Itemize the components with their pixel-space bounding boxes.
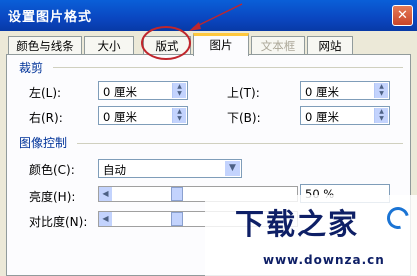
tab-colors-lines[interactable]: 颜色与线条	[8, 36, 82, 54]
image-control-divider	[77, 143, 403, 144]
watermark: 下载之家 www.downza.cn	[205, 195, 417, 276]
crop-left-spin-buttons[interactable]: ▲ ▼	[172, 83, 186, 98]
brightness-slider-thumb[interactable]	[171, 187, 183, 201]
tab-website[interactable]: 网站	[307, 36, 353, 54]
watermark-url: www.downza.cn	[263, 253, 385, 267]
color-label: 颜色(C):	[29, 163, 75, 177]
contrast-label: 对比度(N):	[29, 215, 88, 229]
crop-right-label: 右(R):	[29, 111, 63, 125]
close-icon: ✕	[397, 8, 408, 23]
contrast-slider-thumb[interactable]	[171, 212, 183, 226]
crop-right-spinner[interactable]: 0 厘米 ▲ ▼	[98, 106, 188, 125]
crop-divider	[53, 67, 403, 68]
brightness-label: 亮度(H):	[29, 190, 76, 204]
close-button[interactable]: ✕	[392, 5, 413, 26]
crop-top-spinner[interactable]: 0 厘米 ▲ ▼	[300, 81, 390, 100]
spin-down-icon[interactable]: ▼	[375, 90, 388, 97]
spin-down-icon[interactable]: ▼	[375, 115, 388, 122]
crop-bottom-value: 0 厘米	[305, 110, 339, 124]
crop-left-spinner[interactable]: 0 厘米 ▲ ▼	[98, 81, 188, 100]
spin-up-icon[interactable]: ▲	[375, 83, 388, 90]
crop-right-spin-buttons[interactable]: ▲ ▼	[172, 108, 186, 123]
crop-bottom-label: 下(B):	[227, 111, 261, 125]
image-control-group-label: 图像控制	[19, 136, 68, 150]
crop-left-label: 左(L):	[29, 86, 62, 100]
crop-bottom-spin-buttons[interactable]: ▲ ▼	[374, 108, 388, 123]
color-value: 自动	[103, 163, 126, 177]
crop-right-value: 0 厘米	[103, 110, 137, 124]
crop-top-value: 0 厘米	[305, 85, 339, 99]
watermark-title: 下载之家	[235, 207, 360, 241]
spin-up-icon[interactable]: ▲	[173, 83, 186, 90]
tab-textbox: 文本框	[251, 36, 305, 54]
watermark-logo-icon	[382, 202, 414, 234]
chevron-down-icon[interactable]: ▼	[225, 161, 240, 176]
crop-top-spin-buttons[interactable]: ▲ ▼	[374, 83, 388, 98]
spin-up-icon[interactable]: ▲	[375, 108, 388, 115]
tab-size[interactable]: 大小	[84, 36, 134, 54]
crop-group-label: 裁剪	[19, 61, 44, 75]
spin-up-icon[interactable]: ▲	[173, 108, 186, 115]
scroll-left-icon[interactable]: ◀	[99, 187, 112, 201]
spin-down-icon[interactable]: ▼	[173, 90, 186, 97]
tab-strip: 颜色与线条 大小 版式 图片 文本框 网站	[0, 31, 417, 56]
annotation-arrow	[189, 3, 243, 31]
crop-top-label: 上(T):	[227, 86, 260, 100]
tab-picture[interactable]: 图片	[193, 33, 249, 56]
spin-down-icon[interactable]: ▼	[173, 115, 186, 122]
scroll-left-icon[interactable]: ◀	[99, 212, 112, 226]
crop-bottom-spinner[interactable]: 0 厘米 ▲ ▼	[300, 106, 390, 125]
crop-left-value: 0 厘米	[103, 85, 137, 99]
annotation-circle	[141, 26, 191, 60]
window-title: 设置图片格式	[8, 10, 93, 25]
color-dropdown[interactable]: 自动 ▼	[98, 159, 242, 178]
